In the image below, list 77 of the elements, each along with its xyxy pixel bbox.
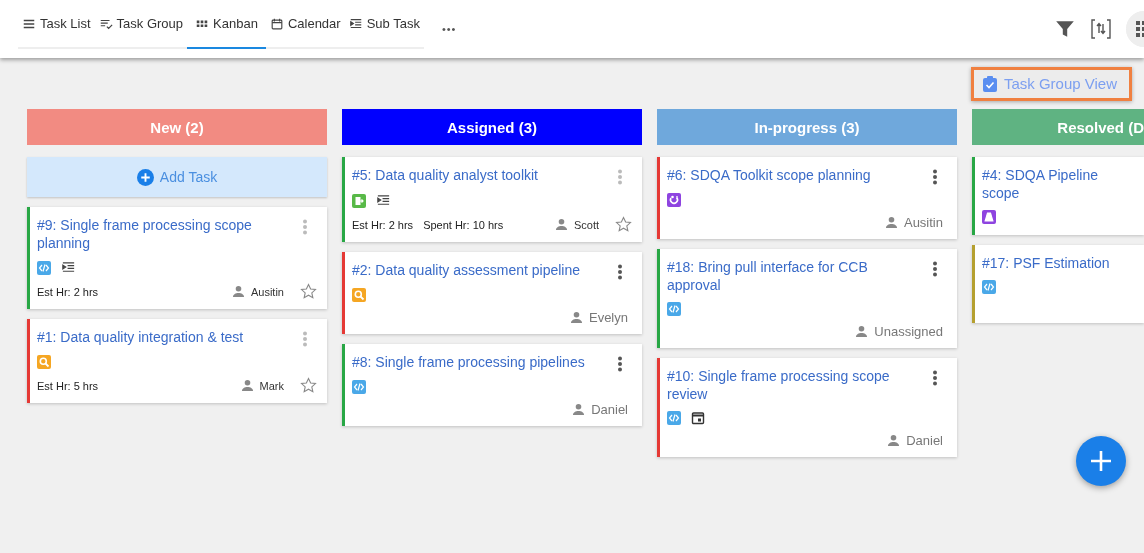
star-icon[interactable] [615,216,632,233]
column-header: Assigned (3) [342,109,642,145]
task-card[interactable]: #10: Single frame processing scope review Daniel [657,358,957,457]
person-icon [884,216,898,229]
estimate-text: Est Hr: 2 hrs [37,285,99,298]
view-tab[interactable]: Task Group [94,0,188,49]
task-title[interactable]: #9: Single frame processing scope planning [37,216,294,252]
more-icon[interactable] [617,356,623,372]
person-icon [569,311,583,324]
star-icon[interactable] [300,283,317,300]
assignee-name: Unassigned [874,324,943,339]
task-title[interactable]: #8: Single frame processing pipelines [352,353,585,371]
person-icon [855,325,869,338]
estimate-text: Est Hr: 5 hrs [37,379,99,392]
assignee-name: Evelyn [588,310,628,325]
code-icon [352,380,366,394]
task-title[interactable]: #10: Single frame processing scope review [667,367,924,403]
more-icon[interactable] [932,370,938,386]
task-card[interactable]: #17: PSF Estimation [972,245,1144,323]
task-card[interactable]: #18: Bring pull interface for CCB approval Unassigned [657,249,957,348]
indent-icon [376,193,391,208]
cone-icon [982,210,996,224]
task-title[interactable]: #6: SDQA Toolkit scope planning [667,166,871,184]
person-icon [240,379,254,392]
task-title[interactable]: #17: PSF Estimation [982,254,1110,272]
assignee-name: Ausitin [250,285,284,298]
view-tab[interactable]: Calendar [265,0,345,49]
more-button[interactable]: ••• [441,23,457,35]
search-icon [37,355,51,369]
view-tab[interactable]: Task List [18,0,95,49]
task-card[interactable]: #5: Data quality analyst toolkit Est Hr: 2 hrs Spent Hr: 10 hrs Scott [342,157,642,242]
assignee-name: Mark [259,379,284,392]
assignee-name: Daniel [591,402,628,417]
more-icon[interactable] [932,169,938,185]
task-title[interactable]: #4: SDQA Pipeline scope [982,166,1134,202]
star-icon[interactable] [300,377,317,394]
sort-icon[interactable] [1090,18,1112,40]
task-card[interactable]: #9: Single frame processing scope planning Est Hr: 2 hrs Ausitin [27,207,327,309]
person-icon [231,285,245,298]
more-icon[interactable] [617,264,623,280]
task-card[interactable]: #1: Data quality integration & test Est Hr: 5 hrs Mark [27,319,327,403]
clipboard-check-icon [981,74,998,93]
more-icon[interactable] [932,261,938,277]
add-button[interactable] [1076,436,1126,486]
person-icon [572,403,586,416]
code-icon [982,280,996,294]
task-title[interactable]: #18: Bring pull interface for CCB approval [667,258,924,294]
assignee-name: Scott [573,218,599,231]
code-icon [667,302,681,316]
plus-icon [1089,449,1113,473]
plus-icon [136,168,154,186]
estimate-text: Est Hr: 2 hrs [352,218,414,231]
task-card[interactable]: #6: SDQA Toolkit scope planning Ausitin [657,157,957,239]
task-title[interactable]: #5: Data quality analyst toolkit [352,166,538,184]
task-card[interactable]: #4: SDQA Pipeline scope [972,157,1144,235]
code-icon [37,260,51,275]
search-icon [352,288,366,302]
indent-icon [61,260,76,275]
calendar-icon [269,16,284,31]
calendar-icon [691,411,705,425]
column-header: New (2) [27,109,327,145]
indent-icon [348,16,363,31]
task-title[interactable]: #1: Data quality integration & test [37,328,244,346]
view-tab[interactable]: Kanban [187,0,266,49]
code-icon [667,411,681,425]
task-title[interactable]: #2: Data quality assessment pipeline [352,261,581,279]
task-card[interactable]: #2: Data quality assessment pipeline Evelyn [342,252,642,334]
person-icon [554,218,568,231]
column-header: Resolved (D [972,109,1144,145]
task-card[interactable]: #8: Single frame processing pipelines Daniel [342,344,642,426]
assignee-name: Ausitin [903,215,943,230]
add-task-button[interactable]: Add Task [27,157,327,197]
person-icon [887,434,901,447]
assignee-name: Daniel [906,433,943,448]
column-header: In-progress (3) [657,109,957,145]
view-tab[interactable]: Sub Task [344,0,424,49]
spent-text: Spent Hr: 10 hrs [423,218,504,231]
